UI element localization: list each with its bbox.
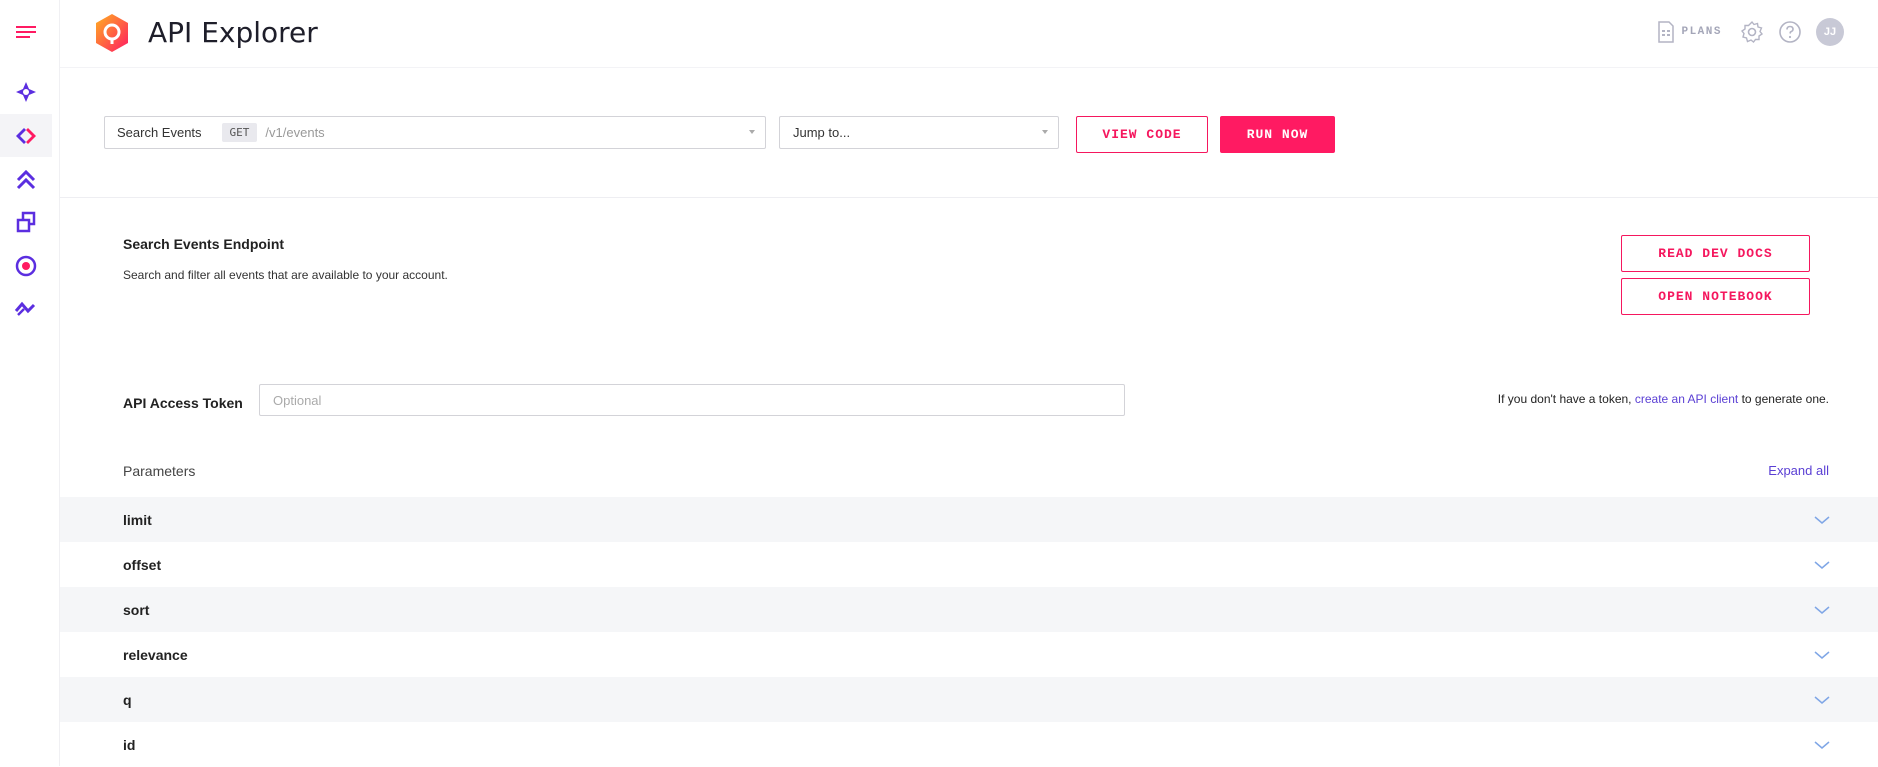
- avatar[interactable]: JJ: [1816, 18, 1844, 46]
- view-code-button[interactable]: VIEW CODE: [1076, 116, 1208, 153]
- token-note: If you don't have a token, create an API…: [1498, 392, 1829, 406]
- parameter-name: id: [123, 736, 136, 753]
- create-api-client-link[interactable]: create an API client: [1635, 392, 1738, 406]
- document-icon: [1658, 21, 1675, 43]
- chevron-down-icon: [1042, 130, 1048, 134]
- logo-icon: [96, 14, 128, 52]
- settings-button[interactable]: [1740, 20, 1764, 44]
- endpoint-path: /v1/events: [265, 125, 325, 140]
- help-icon: [1779, 21, 1801, 43]
- gear-icon: [1740, 20, 1764, 43]
- parameter-name: limit: [123, 511, 152, 528]
- sidebar-item-target[interactable]: [0, 244, 52, 287]
- chevron-down-icon: [1814, 515, 1830, 524]
- endpoint-select-name: Search Events: [117, 125, 202, 140]
- parameter-name: offset: [123, 556, 162, 573]
- top-header: API Explorer PLANS JJ: [60, 0, 1878, 68]
- chevron-down-icon: [1814, 560, 1830, 569]
- parameter-row-limit[interactable]: limit: [60, 497, 1878, 542]
- target-icon: [15, 255, 37, 276]
- api-explorer-icon: [16, 127, 36, 144]
- sidebar-item-api-explorer[interactable]: [0, 114, 52, 157]
- method-badge: GET: [221, 123, 258, 142]
- parameter-name: relevance: [123, 646, 188, 663]
- jump-to-select[interactable]: Jump to...: [779, 116, 1059, 149]
- sidebar-item-wave[interactable]: [0, 286, 52, 329]
- parameter-row-sort[interactable]: sort: [60, 587, 1878, 632]
- parameter-row-id[interactable]: id: [60, 722, 1878, 767]
- token-note-suffix: to generate one.: [1741, 392, 1829, 406]
- page-title: API Explorer: [148, 16, 318, 49]
- header-actions: PLANS JJ: [1657, 18, 1844, 46]
- plans-button[interactable]: PLANS: [1657, 21, 1722, 43]
- menu-button[interactable]: [0, 10, 52, 53]
- stack-copy-icon: [16, 211, 36, 232]
- parameters-heading: Parameters: [123, 463, 196, 479]
- chevron-down-icon: [749, 130, 755, 134]
- help-button[interactable]: [1778, 20, 1802, 44]
- sidebar-item-priority[interactable]: [0, 158, 52, 201]
- run-now-button[interactable]: RUN NOW: [1220, 116, 1335, 153]
- endpoint-description: Search and filter all events that are av…: [123, 268, 448, 282]
- double-chevron-up-icon: [16, 169, 36, 189]
- expand-all-link[interactable]: Expand all: [1768, 463, 1829, 478]
- open-notebook-button[interactable]: OPEN NOTEBOOK: [1621, 278, 1810, 315]
- parameter-name: sort: [123, 601, 150, 618]
- chevron-down-icon: [1814, 740, 1830, 749]
- sidebar: [0, 0, 60, 766]
- endpoint-toolbar: Search Events GET /v1/events Jump to... …: [60, 68, 1878, 198]
- sidebar-item-stack[interactable]: [0, 200, 52, 243]
- parameter-row-q[interactable]: q: [60, 677, 1878, 722]
- api-token-input[interactable]: [259, 384, 1125, 416]
- read-dev-docs-button[interactable]: READ DEV DOCS: [1621, 235, 1810, 272]
- app-logo: [94, 13, 130, 58]
- wave-line-icon: [14, 301, 36, 316]
- chevron-down-icon: [1814, 605, 1830, 614]
- menu-icon: [16, 25, 36, 38]
- compass-star-icon: [16, 81, 36, 102]
- jump-to-value: Jump to...: [793, 125, 851, 140]
- token-label: API Access Token: [123, 395, 243, 411]
- chevron-down-icon: [1814, 650, 1830, 659]
- parameter-row-offset[interactable]: offset: [60, 542, 1878, 587]
- chevron-down-icon: [1814, 695, 1830, 704]
- parameter-list: limit offset sort relevance q id: [60, 497, 1878, 767]
- endpoint-select[interactable]: Search Events GET /v1/events: [104, 116, 766, 149]
- sidebar-item-compass[interactable]: [0, 70, 52, 113]
- parameter-row-relevance[interactable]: relevance: [60, 632, 1878, 677]
- endpoint-title: Search Events Endpoint: [123, 236, 285, 252]
- token-note-prefix: If you don't have a token,: [1497, 392, 1632, 406]
- parameter-name: q: [123, 691, 132, 708]
- plans-label: PLANS: [1681, 26, 1722, 38]
